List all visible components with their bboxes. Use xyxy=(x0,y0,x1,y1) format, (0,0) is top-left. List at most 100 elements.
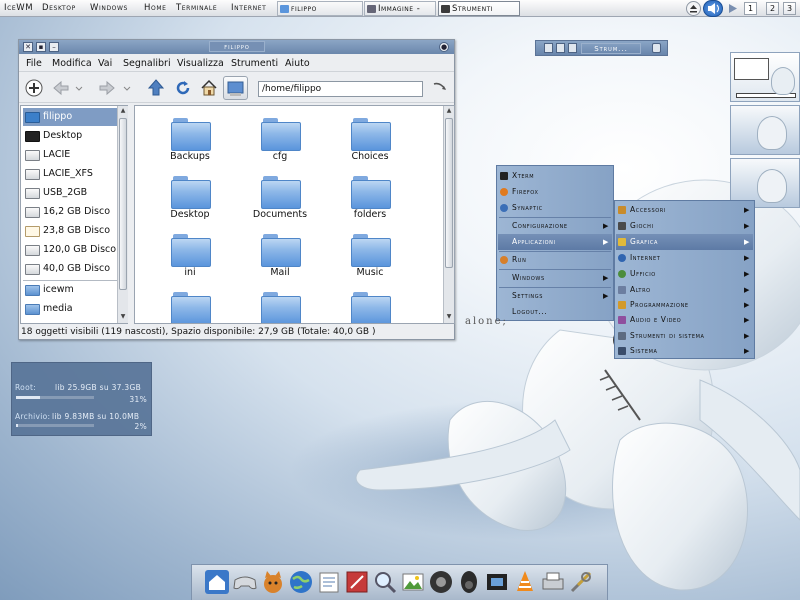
scroll-down-arrow-icon[interactable]: ▼ xyxy=(119,313,127,321)
home-icon[interactable] xyxy=(204,569,230,595)
film-icon[interactable] xyxy=(484,569,510,595)
task-button-filippo[interactable]: filippo xyxy=(277,1,363,16)
sidebar-item-disk-16gb[interactable]: 16,2 GB Disco xyxy=(23,203,117,221)
minimize-button[interactable]: – xyxy=(49,42,59,52)
workspace-3-button[interactable]: 3 xyxy=(783,2,796,15)
new-tab-icon[interactable] xyxy=(25,79,43,97)
file-item-partial[interactable] xyxy=(325,288,415,323)
computer-icon[interactable] xyxy=(223,76,248,100)
file-item-folders[interactable]: folders xyxy=(325,172,415,228)
sidebar-item-filippo[interactable]: filippo xyxy=(23,108,117,126)
notes-icon[interactable] xyxy=(316,569,342,595)
globe-icon[interactable] xyxy=(288,569,314,595)
up-arrow-icon[interactable] xyxy=(147,79,165,97)
menu-item-firefox[interactable]: Firefox xyxy=(498,184,612,200)
file-grid-scrollbar[interactable]: ▲ ▼ xyxy=(443,106,454,323)
vlc-cone-icon[interactable] xyxy=(512,569,538,595)
back-history-chevron-icon[interactable] xyxy=(74,79,84,97)
forward-history-chevron-icon[interactable] xyxy=(122,79,132,97)
menu-strumenti[interactable]: Strumenti xyxy=(231,58,278,69)
play-icon[interactable] xyxy=(726,2,739,15)
scrollbar-thumb[interactable] xyxy=(119,118,127,290)
file-item-documents[interactable]: Documents xyxy=(235,172,325,228)
file-item-ini[interactable]: ini xyxy=(145,230,235,286)
menu-item-grafica[interactable]: Grafica ▶ xyxy=(616,234,753,250)
printer-icon[interactable] xyxy=(540,569,566,595)
shade-button[interactable] xyxy=(652,43,661,53)
taskbar-menu-icewm[interactable]: IceWM xyxy=(4,2,33,15)
menu-visualizza[interactable]: Visualizza xyxy=(177,58,224,69)
menu-item-windows[interactable]: Windows ▶ xyxy=(498,270,612,286)
scroll-up-arrow-icon[interactable]: ▲ xyxy=(119,107,127,115)
menu-segnalibri[interactable]: Segnalibri xyxy=(123,58,171,69)
go-location-icon[interactable] xyxy=(431,79,449,97)
menu-item-altro[interactable]: Altro ▶ xyxy=(616,282,753,298)
home-icon[interactable] xyxy=(200,79,218,97)
file-item-partial[interactable] xyxy=(235,288,325,323)
back-arrow-icon[interactable] xyxy=(52,79,70,97)
location-input[interactable]: /home/filippo xyxy=(258,81,423,97)
menu-item-logout[interactable]: Logout... xyxy=(498,304,612,320)
menu-item-settings[interactable]: Settings ▶ xyxy=(498,288,612,304)
taskbar-menu-desktop[interactable]: Desktop xyxy=(42,2,76,15)
eject-icon[interactable] xyxy=(686,1,701,16)
search-icon[interactable] xyxy=(372,569,398,595)
task-button-immagine[interactable]: Immagine - xyxy=(364,1,436,16)
menu-vai[interactable]: Vai xyxy=(98,58,112,69)
sidebar-item-lacie-xfs[interactable]: LACIE_XFS xyxy=(23,165,117,183)
gamepad-icon[interactable] xyxy=(232,569,258,595)
media-player-icon[interactable] xyxy=(428,569,454,595)
cat-icon[interactable] xyxy=(260,569,286,595)
file-item-mail[interactable]: Mail xyxy=(235,230,325,286)
taskbar-menu-terminale[interactable]: Terminale xyxy=(176,2,217,15)
menu-item-internet[interactable]: Internet ▶ xyxy=(616,250,753,266)
restore-button[interactable] xyxy=(556,43,565,53)
taskbar-menu-home[interactable]: Home xyxy=(144,2,166,15)
menu-item-synaptic[interactable]: Synaptic xyxy=(498,200,612,216)
sidebar-item-disk-40gb[interactable]: 40,0 GB Disco xyxy=(23,260,117,278)
menu-file[interactable]: File xyxy=(26,58,42,69)
menu-item-audio-e-video[interactable]: Audio e Video ▶ xyxy=(616,312,753,328)
menu-item-accessori[interactable]: Accessori ▶ xyxy=(616,202,753,218)
file-item-cfg[interactable]: cfg xyxy=(235,114,325,170)
scroll-down-arrow-icon[interactable]: ▼ xyxy=(445,313,453,321)
workspace-1-button[interactable]: 1 xyxy=(744,2,757,15)
sidebar-item-lacie[interactable]: LACIE xyxy=(23,146,117,164)
file-item-backups[interactable]: Backups xyxy=(145,114,235,170)
sidebar-item-desktop[interactable]: Desktop xyxy=(23,127,117,145)
close-button[interactable]: ✕ xyxy=(23,42,33,52)
menu-item-configurazione[interactable]: Configurazione ▶ xyxy=(498,218,612,234)
image-viewer-icon[interactable] xyxy=(400,569,426,595)
sidebar-item-usb-2gb[interactable]: USB_2GB xyxy=(23,184,117,202)
graphics-icon[interactable] xyxy=(344,569,370,595)
menu-item-strumenti-di-sistema[interactable]: Strumenti di sistema ▶ xyxy=(616,328,753,344)
sidebar-scrollbar[interactable]: ▲ ▼ xyxy=(117,106,128,323)
file-item-music[interactable]: Music xyxy=(325,230,415,286)
task-button-strumenti[interactable]: Strumenti xyxy=(438,1,520,16)
menu-item-giochi[interactable]: Giochi ▶ xyxy=(616,218,753,234)
scrollbar-thumb[interactable] xyxy=(445,118,453,268)
menu-item-sistema[interactable]: Sistema ▶ xyxy=(616,343,753,359)
menu-item-ufficio[interactable]: Ufficio ▶ xyxy=(616,266,753,282)
menu-aiuto[interactable]: Aiuto xyxy=(285,58,310,69)
pager-workspace-2[interactable] xyxy=(730,105,800,155)
workspace-2-button[interactable]: 2 xyxy=(766,2,779,15)
pager-workspace-1[interactable] xyxy=(730,52,800,102)
reload-icon[interactable] xyxy=(174,79,192,97)
file-item-desktop[interactable]: Desktop xyxy=(145,172,235,228)
strumenti-minimized-window[interactable]: Strum... xyxy=(535,40,668,56)
tools-icon[interactable] xyxy=(568,569,594,595)
sidebar-item-icewm[interactable]: icewm xyxy=(23,281,117,299)
menu-modifica[interactable]: Modifica xyxy=(52,58,92,69)
file-item-partial[interactable] xyxy=(145,288,235,323)
file-item-choices[interactable]: Choices xyxy=(325,114,415,170)
speaker-icon[interactable] xyxy=(456,569,482,595)
minimize-button[interactable] xyxy=(568,43,577,53)
window-menu-button[interactable]: ▪ xyxy=(36,42,46,52)
window-menu-button[interactable] xyxy=(544,43,553,53)
taskbar-menu-windows[interactable]: Windows xyxy=(90,2,128,15)
sidebar-item-disk-23gb[interactable]: 23,8 GB Disco xyxy=(23,222,117,240)
taskbar-menu-internet[interactable]: Internet xyxy=(231,2,266,15)
window-titlebar[interactable]: ✕ ▪ – filippo ● xyxy=(19,40,454,54)
forward-arrow-icon[interactable] xyxy=(98,79,116,97)
